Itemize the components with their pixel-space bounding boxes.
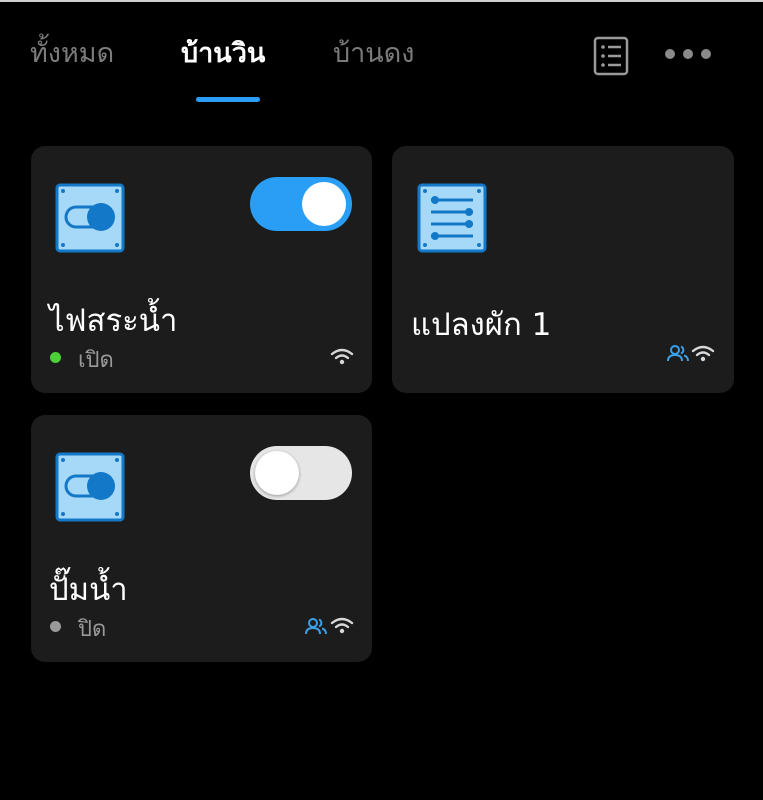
active-tab-indicator xyxy=(196,97,260,102)
device-name: ปั๊มน้ำ xyxy=(49,572,128,608)
status-dot xyxy=(50,352,61,363)
device-card-water-pump[interactable]: ปั๊มน้ำ ปิด xyxy=(31,415,372,662)
more-options-button[interactable] xyxy=(660,40,716,68)
shared-users-icon xyxy=(305,618,327,635)
device-name: แปลงผัก 1 xyxy=(411,307,552,343)
list-view-button[interactable] xyxy=(593,36,629,76)
settings-sliders-icon xyxy=(417,183,487,253)
device-status: เปิด xyxy=(78,348,114,373)
tab-all[interactable]: ทั้งหมด xyxy=(30,34,114,74)
switch-icon xyxy=(55,183,125,253)
shared-users-icon xyxy=(667,345,689,362)
wifi-icon xyxy=(330,348,354,365)
power-toggle[interactable] xyxy=(250,446,352,500)
device-name: ไฟสระน้ำ xyxy=(49,303,178,339)
device-status: ปิด xyxy=(78,617,107,642)
switch-icon xyxy=(55,452,125,522)
toggle-knob xyxy=(302,182,346,226)
tab-ban-win[interactable]: บ้านวิน xyxy=(181,34,265,74)
status-dot xyxy=(50,621,61,632)
wifi-icon xyxy=(330,617,354,634)
tab-ban-dong[interactable]: บ้านดง xyxy=(333,34,414,74)
toggle-knob xyxy=(255,451,299,495)
more-icon xyxy=(665,49,711,59)
power-toggle[interactable] xyxy=(250,177,352,231)
list-icon xyxy=(593,36,629,76)
device-card-pool-light[interactable]: ไฟสระน้ำ เปิด xyxy=(31,146,372,393)
device-card-vegetable-plot[interactable]: แปลงผัก 1 xyxy=(392,146,734,393)
wifi-icon xyxy=(691,345,715,362)
top-edge xyxy=(0,0,763,2)
